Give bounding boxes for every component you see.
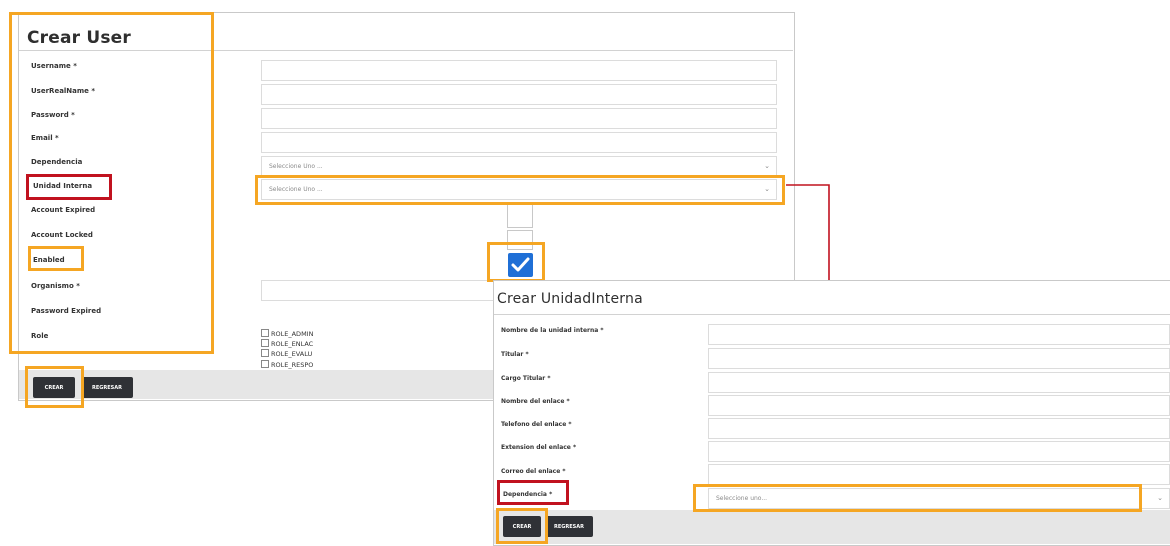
role-option[interactable]: ROLE_ADMIN <box>261 329 313 338</box>
role-option[interactable]: ROLE_EVALU <box>261 349 312 358</box>
title-divider <box>494 314 1170 315</box>
page-title: Crear UnidadInterna <box>497 291 643 307</box>
userrealname-input[interactable] <box>261 84 777 105</box>
label-titular: Titular * <box>501 351 529 358</box>
label-nombre-enlace: Nombre del enlace * <box>501 398 570 405</box>
nombre-unidad-input[interactable] <box>708 324 1170 345</box>
label-extension-enlace: Extension del enlace * <box>501 444 577 451</box>
label-correo-enlace: Correo del enlace * <box>501 468 566 475</box>
unidad-interna-highlight <box>26 174 112 200</box>
titular-input[interactable] <box>708 348 1170 369</box>
chevron-down-icon: ⌄ <box>1157 494 1163 502</box>
organismo-input[interactable] <box>261 280 496 301</box>
username-input[interactable] <box>261 60 777 81</box>
role-option[interactable]: ROLE_RESPO <box>261 360 313 369</box>
correo-enlace-input[interactable] <box>708 464 1170 485</box>
crear-button-highlight <box>25 366 84 408</box>
email-input[interactable] <box>261 132 777 153</box>
cargo-titular-input[interactable] <box>708 372 1170 393</box>
chevron-down-icon: ⌄ <box>764 162 770 170</box>
connector-line <box>786 184 830 280</box>
form-footer <box>494 510 1170 544</box>
dependencia-select-value: Seleccione Uno ... <box>269 163 323 170</box>
label-telefono-enlace: Telefono del enlace * <box>501 421 572 428</box>
enabled-checkbox-highlight <box>487 242 545 282</box>
crear-button-highlight <box>496 508 548 544</box>
enabled-highlight <box>28 246 84 271</box>
telefono-enlace-input[interactable] <box>708 418 1170 439</box>
regresar-button[interactable]: REGRESAR <box>545 516 593 537</box>
extension-enlace-input[interactable] <box>708 441 1170 462</box>
account-expired-checkbox[interactable] <box>507 204 533 228</box>
unidad-select-highlight <box>255 175 785 205</box>
dependencia-select-highlight <box>693 484 1142 512</box>
role-option[interactable]: ROLE_ENLAC <box>261 339 313 348</box>
dependencia-label-highlight <box>497 480 569 505</box>
label-cargo-titular: Cargo Titular * <box>501 375 551 382</box>
label-nombre-unidad: Nombre de la unidad interna * <box>501 327 604 334</box>
dependencia-select[interactable]: Seleccione Uno ... ⌄ <box>261 156 777 177</box>
regresar-button[interactable]: REGRESAR <box>81 377 133 398</box>
nombre-enlace-input[interactable] <box>708 395 1170 416</box>
password-input[interactable] <box>261 108 777 129</box>
